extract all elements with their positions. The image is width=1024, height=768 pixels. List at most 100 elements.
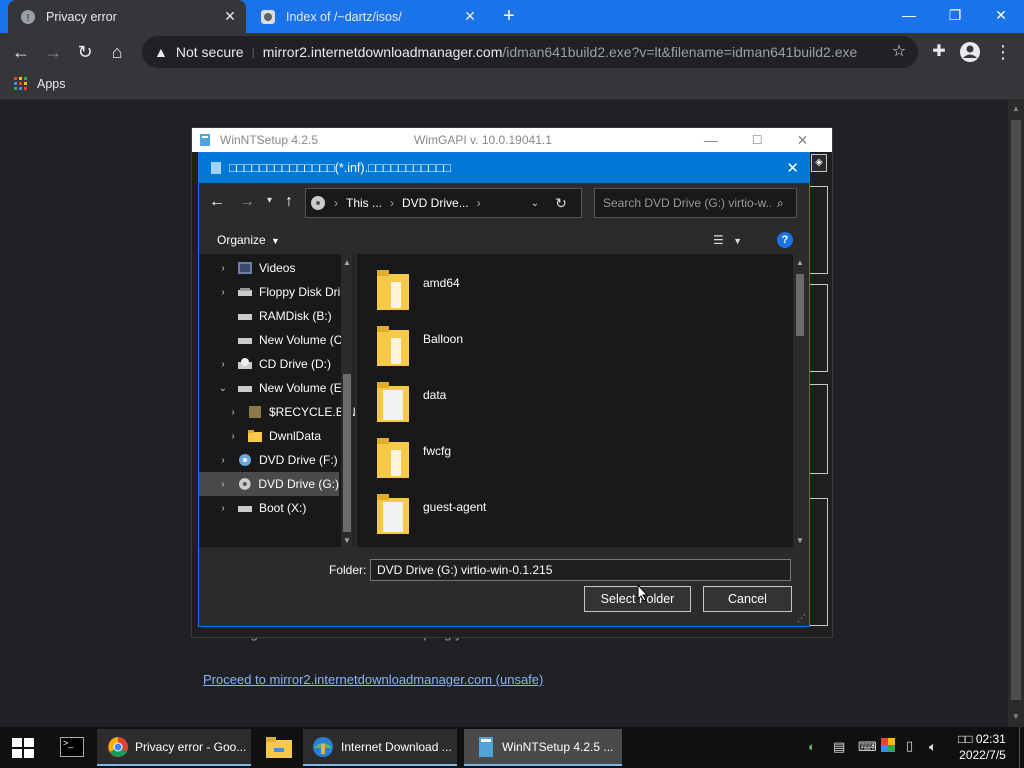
tab-index-of-isos[interactable]: Index of /~dartz/isos/ ✕	[248, 0, 486, 33]
tree-item-cd-drive-d[interactable]: › CD Drive (D:)	[217, 352, 357, 376]
network-icon[interactable]: ▤	[833, 739, 845, 755]
list-item[interactable]: guest-agent	[377, 486, 486, 542]
warning-triangle-icon[interactable]: ▲	[154, 44, 168, 60]
tree-item-boot-x[interactable]: › Boot (X:)	[217, 496, 357, 520]
search-input[interactable]: Search DVD Drive (G:) virtio-w...	[603, 196, 771, 210]
tree-item-videos[interactable]: › Videos	[217, 256, 357, 280]
winntsetup-app-icon	[200, 134, 210, 146]
maximize-icon[interactable]: ☐	[752, 133, 763, 147]
scrollbar-thumb[interactable]	[343, 374, 351, 532]
close-icon[interactable]: ✕	[222, 8, 238, 25]
scroll-up-icon[interactable]: ▲	[1011, 104, 1021, 114]
restore-icon[interactable]: ❐	[932, 0, 978, 30]
scrollbar-thumb[interactable]	[796, 274, 804, 336]
chevron-right-icon[interactable]: ›	[217, 359, 229, 370]
start-windows-icon[interactable]	[12, 738, 34, 761]
apps-shortcut[interactable]: Apps	[14, 77, 66, 91]
tree-item-new-volume-e[interactable]: ⌄ New Volume (E	[217, 376, 357, 400]
tree-item-ramdisk[interactable]: RAMDisk (B:)	[217, 304, 357, 328]
tree-item-floppy[interactable]: › Floppy Disk Dri	[217, 280, 357, 304]
view-options-icon[interactable]: ☰ ▼	[713, 233, 742, 247]
tree-item-dvd-drive-g[interactable]: › DVD Drive (G:)	[199, 472, 339, 496]
search-box[interactable]: Search DVD Drive (G:) virtio-w... ⌕	[594, 188, 797, 218]
winntsetup-titlebar[interactable]: WinNTSetup 4.2.5 WimGAPI v. 10.0.19041.1…	[192, 128, 832, 152]
scroll-up-icon[interactable]: ▲	[796, 258, 804, 267]
chevron-right-icon[interactable]: ›	[227, 431, 239, 442]
chevron-right-icon[interactable]: ›	[217, 263, 229, 274]
chevron-right-icon[interactable]: ›	[217, 287, 229, 298]
taskbar-item-idm[interactable]: Internet Download ...	[303, 729, 457, 766]
list-item[interactable]: fwcfg	[377, 430, 451, 486]
security-label[interactable]: Not secure	[176, 44, 244, 60]
scrollbar-thumb[interactable]	[1011, 120, 1021, 700]
settings-diamond-icon[interactable]: ◈	[811, 154, 827, 172]
minimize-icon[interactable]: —	[886, 0, 932, 30]
close-window-icon[interactable]: ✕	[978, 0, 1024, 30]
scroll-down-icon[interactable]: ▼	[1011, 712, 1021, 722]
new-tab-button[interactable]: +	[497, 4, 521, 28]
scroll-down-icon[interactable]: ▼	[796, 536, 804, 545]
chevron-right-icon[interactable]: ›	[227, 407, 239, 418]
list-item[interactable]: amd64	[377, 262, 460, 318]
proceed-unsafe-link[interactable]: Proceed to mirror2.internetdownloadmanag…	[203, 672, 543, 687]
folder-icon	[377, 438, 409, 478]
chevron-down-icon[interactable]: ⌄	[531, 198, 539, 209]
divider: |	[251, 45, 255, 59]
show-desktop-button[interactable]	[1019, 727, 1024, 768]
page-scrollbar[interactable]: ▲ ▼	[1008, 100, 1024, 727]
close-icon[interactable]: ✕	[797, 132, 809, 149]
menu-kebab-icon[interactable]: ⋮	[988, 37, 1018, 67]
tree-item-dvd-drive-f[interactable]: › DVD Drive (F:) I	[217, 448, 357, 472]
taskbar-item-winntsetup[interactable]: WinNTSetup 4.2.5 ...	[464, 729, 622, 766]
home-icon[interactable]: ⌂	[102, 37, 132, 67]
up-arrow-icon[interactable]: ↑	[285, 193, 293, 211]
forward-arrow-icon[interactable]: →	[239, 193, 255, 211]
search-icon[interactable]: ⌕	[777, 196, 784, 211]
tree-item-new-volume-c[interactable]: New Volume (C	[217, 328, 357, 352]
folder-list-scrollbar[interactable]: ▲ ▼	[793, 254, 807, 547]
scroll-down-icon[interactable]: ▼	[343, 536, 351, 545]
back-arrow-icon[interactable]: ←	[209, 193, 225, 211]
extensions-puzzle-icon[interactable]: ✚	[924, 37, 954, 67]
close-icon[interactable]: ✕	[462, 8, 478, 25]
close-icon[interactable]: ✕	[786, 159, 799, 177]
minimize-icon[interactable]: —	[704, 132, 718, 148]
refresh-icon[interactable]: ↻	[555, 195, 567, 212]
apps-label: Apps	[37, 77, 66, 91]
folder-input[interactable]: DVD Drive (G:) virtio-win-0.1.215	[370, 559, 791, 581]
forward-arrow-icon[interactable]: →	[38, 37, 68, 67]
resize-grip-icon[interactable]: ⋰	[797, 613, 806, 624]
taskbar-item-chrome[interactable]: Privacy error - Goo...	[97, 729, 251, 766]
chevron-down-icon[interactable]: ⌄	[217, 383, 229, 394]
dialog-titlebar[interactable]: □□□□□□□□□□□□□□(*.inf).□□□□□□□□□□□ ✕	[199, 153, 809, 183]
bookmark-star-icon[interactable]: ☆	[884, 37, 914, 67]
file-explorer-icon[interactable]	[266, 736, 292, 761]
idm-tray-icon[interactable]: ◐	[808, 739, 816, 754]
chevron-right-icon[interactable]: ›	[217, 479, 229, 490]
color-app-icon[interactable]	[881, 738, 895, 755]
cancel-button[interactable]: Cancel	[703, 586, 792, 612]
recent-dropdown-icon[interactable]: ▾	[267, 195, 272, 206]
scroll-up-icon[interactable]: ▲	[343, 258, 351, 267]
list-item[interactable]: data	[377, 374, 446, 430]
breadcrumb[interactable]: › This ... › DVD Drive... › ⌄ ↻	[305, 188, 582, 218]
usb-icon[interactable]: ▯	[906, 738, 913, 754]
breadcrumb-item[interactable]: This ...	[346, 196, 382, 210]
clock[interactable]: □□ 02:31 2022/7/5	[958, 732, 1006, 762]
tab-privacy-error[interactable]: ! Privacy error ✕	[8, 0, 246, 33]
chevron-down-icon: ▼	[271, 236, 280, 246]
terminal-icon[interactable]: >_	[60, 737, 84, 757]
reload-icon[interactable]: ↻	[70, 37, 100, 67]
chevron-right-icon[interactable]: ›	[217, 503, 229, 514]
breadcrumb-item[interactable]: DVD Drive...	[402, 196, 469, 210]
tree-scrollbar[interactable]: ▲ ▼	[341, 254, 353, 547]
profile-avatar-icon[interactable]	[955, 37, 985, 67]
keyboard-icon[interactable]: ⌨	[858, 739, 877, 755]
address-bar[interactable]: ▲ Not secure | mirror2.internetdownloadm…	[142, 36, 918, 68]
chevron-right-icon[interactable]: ›	[217, 455, 229, 466]
list-item[interactable]: Balloon	[377, 318, 463, 374]
help-icon[interactable]: ?	[777, 232, 793, 248]
back-arrow-icon[interactable]: ←	[6, 37, 36, 67]
organize-menu[interactable]: Organize ▼	[217, 233, 280, 247]
volume-muted-icon[interactable]: 🔈︎	[929, 739, 937, 755]
